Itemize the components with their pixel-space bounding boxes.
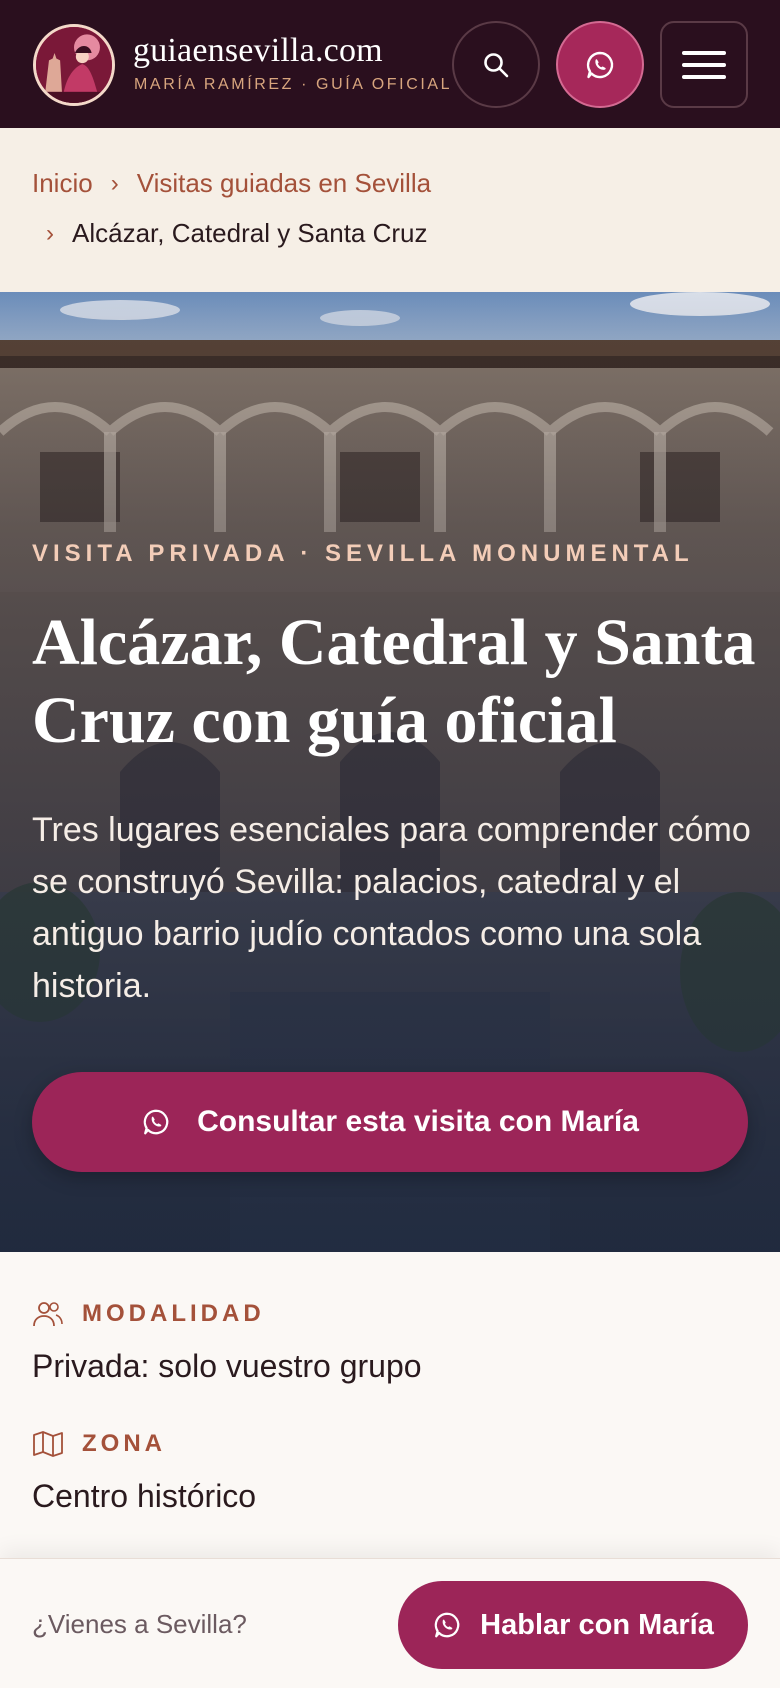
info-label: ZONA: [82, 1430, 166, 1457]
site-header: guiaensevilla.com MARÍA RAMÍREZ · GUÍA O…: [0, 0, 780, 128]
logo[interactable]: [33, 24, 115, 106]
map-icon: [33, 1431, 63, 1457]
site-name[interactable]: guiaensevilla.com: [133, 32, 383, 70]
hero-description: Tres lugares esenciales para comprender …: [32, 811, 751, 1005]
whatsapp-icon: [434, 1612, 460, 1638]
hamburger-menu-icon: [682, 50, 726, 79]
hero: VISITA PRIVADA · SEVILLA MONUMENTAL Alcá…: [0, 292, 780, 1252]
consult-tour-button[interactable]: Consultar esta visita con María: [32, 1072, 748, 1172]
menu-button[interactable]: [660, 21, 748, 108]
whatsapp-icon: [143, 1109, 169, 1135]
info-value: Privada: solo vuestro grupo: [32, 1348, 422, 1384]
search-button[interactable]: [452, 21, 540, 108]
whatsapp-icon: [586, 51, 614, 78]
logo-illustration: [36, 27, 112, 103]
contact-prompt: ¿Vienes a Sevilla?: [32, 1609, 247, 1639]
breadcrumb-current: Alcázar, Catedral y Santa Cruz: [72, 218, 428, 248]
breadcrumb-link-inicio[interactable]: Inicio: [32, 168, 93, 199]
page-title: Alcázar, Catedral y Santa Cruz con guía …: [32, 606, 756, 757]
breadcrumb-separator: ›: [110, 169, 119, 197]
group-icon: [33, 1302, 63, 1327]
search-icon: [484, 52, 509, 77]
breadcrumb-row: › Alcázar, Catedral y Santa Cruz: [46, 218, 428, 249]
info-label: MODALIDAD: [82, 1300, 265, 1327]
tour-info: MODALIDAD Privada: solo vuestro grupo ZO…: [0, 1252, 780, 1558]
breadcrumb-separator: ›: [46, 219, 54, 247]
consult-tour-label: Consultar esta visita con María: [197, 1105, 639, 1138]
info-item-zona: ZONA: [32, 1430, 166, 1458]
talk-to-maria-label: Hablar con María: [480, 1608, 714, 1641]
info-item-modalidad: MODALIDAD: [32, 1300, 265, 1328]
sticky-contact-bar: ¿Vienes a Sevilla? Hablar con María: [0, 1558, 780, 1688]
breadcrumb-row: Inicio › Visitas guiadas en Sevilla: [32, 168, 431, 199]
whatsapp-button[interactable]: [556, 21, 644, 108]
talk-to-maria-button[interactable]: Hablar con María: [398, 1581, 748, 1669]
info-value: Centro histórico: [32, 1478, 257, 1514]
breadcrumb-link-visitas[interactable]: Visitas guiadas en Sevilla: [137, 168, 431, 199]
breadcrumb: Inicio › Visitas guiadas en Sevilla › Al…: [0, 128, 780, 292]
site-subtitle: MARÍA RAMÍREZ · GUÍA OFICIAL: [134, 76, 453, 93]
hero-eyebrow: VISITA PRIVADA · SEVILLA MONUMENTAL: [32, 540, 694, 567]
